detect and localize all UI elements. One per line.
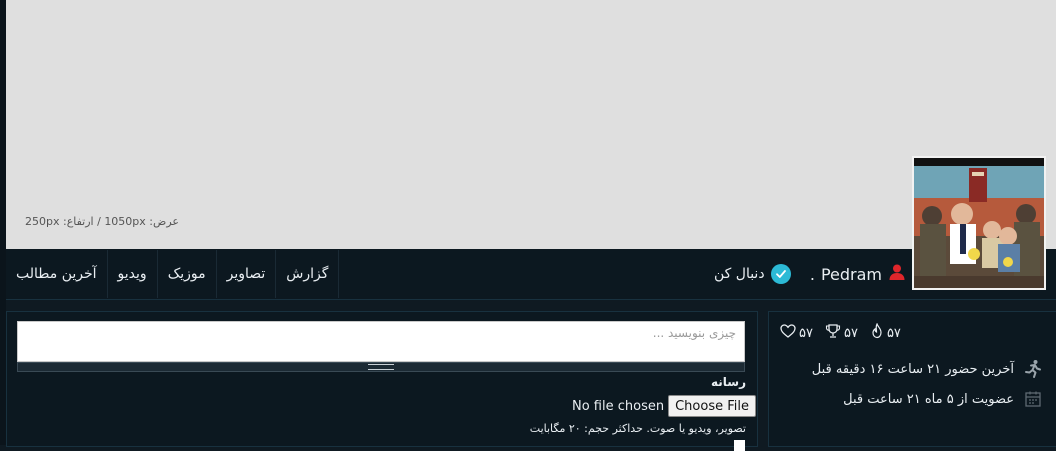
file-status: No file chosen (572, 398, 665, 414)
choose-file-button[interactable]: Choose File (668, 395, 756, 417)
heart-icon (780, 323, 796, 343)
member-since-text: عضویت از ۵ ماه ۲۱ ساعت قبل (843, 391, 1014, 407)
trophies-count: ۵۷ (843, 325, 858, 341)
composer-resize-handle[interactable] (17, 362, 745, 372)
tab-music[interactable]: موزیک (158, 250, 217, 298)
member-since-row: عضویت از ۵ ماه ۲۱ ساعت قبل (843, 388, 1044, 410)
profile-stats: ۵۷ ۵۷ ۵۷ (780, 322, 901, 344)
points-count: ۵۷ (886, 325, 901, 341)
cover-banner: عرض: 1050px / ارتفاع: 250px (6, 0, 1056, 249)
running-icon (1022, 358, 1044, 380)
post-composer[interactable] (17, 321, 745, 362)
upload-hint: تصویر، ویدیو یا صوت. حداکثر حجم: ۲۰ مگاب… (529, 422, 746, 435)
option-checkbox[interactable] (734, 440, 745, 451)
check-icon (770, 264, 791, 284)
trophy-icon (825, 323, 841, 343)
media-label: رسانه (711, 375, 746, 389)
follow-label: دنبال کن (714, 266, 765, 282)
grip-icon (368, 364, 394, 370)
trophies-stat: ۵۷ (825, 323, 858, 343)
username-separator: . (809, 264, 815, 284)
username[interactable]: Pedram (821, 265, 882, 284)
points-stat: ۵۷ (870, 322, 901, 343)
banner-dimensions: عرض: 1050px / ارتفاع: 250px (25, 215, 179, 228)
last-seen-text: آخرین حضور ۲۱ ساعت ۱۶ دقیقه قبل (811, 361, 1014, 377)
flame-icon (870, 322, 884, 343)
likes-count: ۵۷ (799, 325, 813, 341)
avatar[interactable] (912, 156, 1046, 290)
tab-report[interactable]: گزارش (276, 250, 340, 298)
profile-tabs: آخرین مطالب ویدیو موزیک تصاویر گزارش (6, 250, 340, 298)
post-input[interactable] (18, 322, 744, 361)
profile-user: Pedram . (810, 261, 906, 287)
tab-latest-posts[interactable]: آخرین مطالب (6, 250, 108, 298)
likes-stat: ۵۷ (780, 323, 813, 343)
file-input[interactable]: No file chosen Choose File (572, 395, 756, 417)
last-seen-row: آخرین حضور ۲۱ ساعت ۱۶ دقیقه قبل (812, 358, 1044, 380)
tab-videos[interactable]: ویدیو (108, 250, 158, 298)
user-icon (888, 263, 906, 285)
calendar-icon (1022, 388, 1044, 410)
follow-button[interactable]: دنبال کن (714, 262, 791, 286)
tab-images[interactable]: تصاویر (217, 250, 277, 298)
